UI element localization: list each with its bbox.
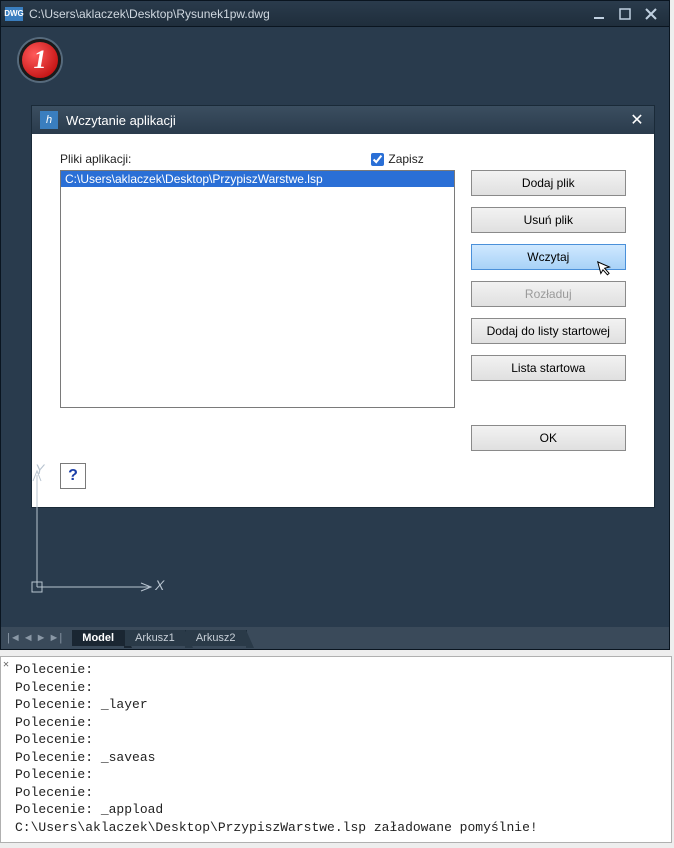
- save-checkbox[interactable]: Zapisz: [371, 152, 423, 166]
- tab-nav-prev[interactable]: ◄: [23, 632, 34, 644]
- console-line: Polecenie: _appload: [15, 801, 663, 819]
- close-button[interactable]: [643, 6, 659, 22]
- dialog-titlebar: h Wczytanie aplikacji ✕: [32, 106, 654, 134]
- console-line: Polecenie:: [15, 679, 663, 697]
- tab-nav-last[interactable]: ►|: [49, 632, 63, 644]
- save-checkbox-label: Zapisz: [388, 152, 423, 166]
- command-console[interactable]: ✕ Polecenie: Polecenie: Polecenie: _laye…: [0, 656, 672, 843]
- dialog-close-button[interactable]: ✕: [628, 110, 646, 130]
- tab-nav-next[interactable]: ►: [36, 632, 47, 644]
- startup-list-button[interactable]: Lista startowa: [471, 355, 626, 381]
- load-button[interactable]: Wczytaj: [471, 244, 626, 270]
- unload-button[interactable]: Rozładuj: [471, 281, 626, 307]
- file-list-item[interactable]: C:\Users\aklaczek\Desktop\PrzypiszWarstw…: [61, 171, 454, 187]
- ok-button[interactable]: OK: [471, 425, 626, 451]
- console-line: Polecenie: _layer: [15, 696, 663, 714]
- titlebar: DWG C:\Users\aklaczek\Desktop\Rysunek1pw…: [1, 1, 669, 27]
- add-file-button[interactable]: Dodaj plik: [471, 170, 626, 196]
- dialog-icon: h: [40, 111, 58, 129]
- ucs-axis: Y X: [27, 465, 167, 605]
- minimize-button[interactable]: [591, 6, 607, 22]
- console-line: Polecenie:: [15, 784, 663, 802]
- tab-model[interactable]: Model: [72, 630, 125, 646]
- cursor-icon: [597, 258, 616, 282]
- app-icon: DWG: [5, 7, 23, 21]
- console-line: Polecenie:: [15, 661, 663, 679]
- load-app-dialog: h Wczytanie aplikacji ✕ Pliki aplikacji:…: [31, 105, 655, 508]
- file-list[interactable]: C:\Users\aklaczek\Desktop\PrzypiszWarstw…: [60, 170, 455, 408]
- window-title: C:\Users\aklaczek\Desktop\Rysunek1pw.dwg: [29, 7, 591, 21]
- tab-sheet1[interactable]: Arkusz1: [125, 630, 186, 646]
- remove-file-button[interactable]: Usuń plik: [471, 207, 626, 233]
- tab-bar: |◄ ◄ ► ►| Model Arkusz1 Arkusz2: [1, 627, 669, 649]
- console-close-icon[interactable]: ✕: [3, 659, 9, 673]
- console-line: Polecenie:: [15, 766, 663, 784]
- load-button-label: Wczytaj: [527, 250, 569, 264]
- axis-label-x: X: [155, 577, 164, 593]
- save-checkbox-input[interactable]: [371, 153, 384, 166]
- tab-sheet2[interactable]: Arkusz2: [186, 630, 247, 646]
- dialog-title: Wczytanie aplikacji: [66, 113, 628, 128]
- console-line: Polecenie: _saveas: [15, 749, 663, 767]
- tab-nav-first[interactable]: |◄: [7, 632, 21, 644]
- step-badge: 1: [19, 39, 61, 81]
- files-label: Pliki aplikacji:: [60, 152, 131, 166]
- console-line: C:\Users\aklaczek\Desktop\PrzypiszWarstw…: [15, 819, 663, 837]
- axis-label-y: Y: [35, 461, 44, 477]
- add-startup-button[interactable]: Dodaj do listy startowej: [471, 318, 626, 344]
- console-line: Polecenie:: [15, 714, 663, 732]
- main-window: DWG C:\Users\aklaczek\Desktop\Rysunek1pw…: [0, 0, 670, 650]
- maximize-button[interactable]: [617, 6, 633, 22]
- console-line: Polecenie:: [15, 731, 663, 749]
